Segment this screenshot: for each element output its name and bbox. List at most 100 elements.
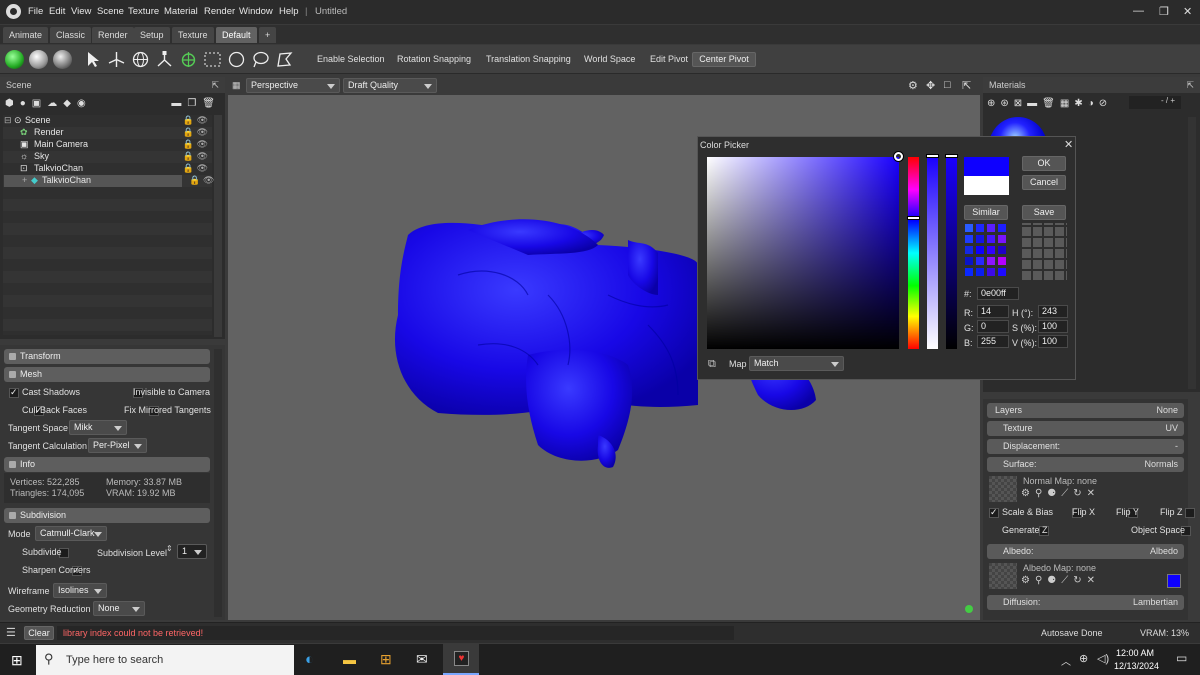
add-material-icon[interactable]: ⊕ <box>987 98 995 109</box>
clock-date[interactable]: 12/13/2024 <box>1114 661 1159 671</box>
tab-classic[interactable]: Classic <box>50 27 92 43</box>
app-taskbar-button[interactable]: ♥ <box>443 644 479 675</box>
clock-time[interactable]: 12:00 AM <box>1116 648 1154 658</box>
scale-icon[interactable] <box>155 50 174 69</box>
map-dropdown[interactable]: Match <box>749 356 844 371</box>
displacement-row[interactable]: Displacement: - <box>987 439 1184 454</box>
hue-slider-handle[interactable] <box>907 216 920 220</box>
material-nav-icon[interactable]: ⊘ <box>1099 98 1107 109</box>
tab-add[interactable]: + <box>259 27 277 43</box>
eyedropper-icon[interactable]: ⧉ <box>708 358 716 371</box>
hue-slider[interactable] <box>908 157 919 349</box>
g-input[interactable]: 0 <box>977 320 1009 333</box>
tab-default[interactable]: Default <box>216 27 257 43</box>
material-apply-icon[interactable]: ✱ <box>1074 98 1082 109</box>
box-select-icon[interactable] <box>203 50 222 69</box>
h-input[interactable]: 243 <box>1038 305 1068 318</box>
menu-file[interactable]: File <box>28 6 43 17</box>
mail-icon[interactable]: ✉ <box>416 651 428 668</box>
add-mesh-icon[interactable]: ◆ <box>63 98 71 109</box>
tree-item-scene[interactable]: ⊟ ⊙ Scene 🔒 👁 <box>4 115 212 127</box>
cast-shadows-checkbox[interactable] <box>9 387 19 398</box>
volume-icon[interactable]: ◁) <box>1097 652 1109 665</box>
lasso-select-icon[interactable] <box>251 50 270 69</box>
b-input[interactable]: 255 <box>977 335 1009 348</box>
settings-gear-icon[interactable]: ⚙ <box>908 79 918 92</box>
transform-section[interactable]: Transform <box>4 349 210 364</box>
center-pivot-button[interactable]: Center Pivot <box>692 52 756 67</box>
geometry-reduction-dropdown[interactable]: None <box>93 601 145 616</box>
albedo-map-tools-icon[interactable]: ⚙⚲⚈⟋↻✕ <box>1021 575 1100 586</box>
tree-item-sky[interactable]: ☼ Sky 🔒 👁 <box>4 151 212 163</box>
frame-icon[interactable]: □ <box>944 79 951 91</box>
tree-item-talkviochan-selected[interactable]: + ◆ TalkvioChan <box>4 175 182 187</box>
properties-scrollbar[interactable] <box>214 349 222 617</box>
r-input[interactable]: 14 <box>977 305 1009 318</box>
taskbar-search-box[interactable]: ⚲ Type here to search <box>36 645 294 675</box>
scene-scrollbar[interactable] <box>214 115 222 337</box>
tab-texture[interactable]: Texture <box>172 27 214 43</box>
saturation-slider-handle[interactable] <box>926 154 939 158</box>
folder-icon[interactable]: ▬ <box>171 98 181 109</box>
camera-dropdown[interactable]: Perspective <box>246 78 340 93</box>
materials-popout-icon[interactable]: ⇱ <box>1186 77 1194 93</box>
notifications-icon[interactable]: ▭ <box>1176 651 1187 665</box>
material-shading-icon[interactable] <box>29 50 48 69</box>
menu-texture[interactable]: Texture <box>128 6 159 17</box>
normal-map-thumb[interactable] <box>989 476 1017 502</box>
menu-render[interactable]: Render <box>204 6 235 17</box>
solid-shading-icon[interactable] <box>5 50 24 69</box>
tangent-calc-dropdown[interactable]: Per-Pixel <box>88 438 147 453</box>
polygon-select-icon[interactable] <box>275 50 294 69</box>
similar-swatches[interactable] <box>964 223 1009 280</box>
subdivision-level-input[interactable]: 1 <box>177 544 207 559</box>
add-object-icon[interactable]: ⬢ <box>5 98 14 109</box>
move-icon[interactable] <box>107 50 126 69</box>
cancel-button[interactable]: Cancel <box>1022 175 1066 190</box>
duplicate-icon[interactable]: ❐ <box>187 98 196 109</box>
mesh-section[interactable]: Mesh <box>4 367 210 382</box>
add-sphere-icon[interactable]: ◉ <box>77 98 86 109</box>
restore-icon[interactable]: ❐ <box>1159 5 1169 18</box>
popout-icon[interactable]: ⇱ <box>211 77 219 93</box>
delete-icon[interactable]: 🗑 <box>202 98 215 109</box>
tray-chevron-icon[interactable]: ︿ <box>1061 653 1071 668</box>
menu-edit[interactable]: Edit <box>49 6 65 17</box>
tab-render[interactable]: Render <box>92 27 134 43</box>
ok-button[interactable]: OK <box>1022 156 1066 171</box>
v-input[interactable]: 100 <box>1038 335 1068 348</box>
checker-icon[interactable]: ⊠ <box>1014 98 1022 109</box>
materials-scrollbar[interactable] <box>1188 117 1196 389</box>
similar-button[interactable]: Similar <box>964 205 1008 220</box>
minimize-icon[interactable]: — <box>1133 5 1144 17</box>
quality-dropdown[interactable]: Draft Quality <box>343 78 437 93</box>
saturation-value-field[interactable] <box>707 157 899 349</box>
value-slider-handle[interactable] <box>945 154 958 158</box>
texture-row[interactable]: Texture UV <box>987 421 1184 436</box>
normal-map-tools-icon[interactable]: ⚙⚲⚈⟋↻✕ <box>1021 488 1100 499</box>
add-group-icon[interactable]: ☁ <box>47 98 57 109</box>
color-selector-handle[interactable] <box>894 152 903 161</box>
rendered-shading-icon[interactable] <box>53 50 72 69</box>
material-folder-icon[interactable]: ▬ <box>1027 98 1037 109</box>
circle-select-icon[interactable] <box>227 50 246 69</box>
material-delete-icon[interactable]: 🗑 <box>1042 98 1055 109</box>
albedo-map-thumb[interactable] <box>989 563 1017 589</box>
color-picker-close-icon[interactable]: ✕ <box>1064 138 1073 151</box>
tab-setup[interactable]: Setup <box>134 27 170 43</box>
albedo-color-swatch[interactable] <box>1167 574 1181 588</box>
mode-dropdown[interactable]: Catmull-Clark <box>35 526 107 541</box>
tree-item-talkviochan[interactable]: ⊡ TalkvioChan 🔒 👁 <box>4 163 212 175</box>
add-light-icon[interactable]: ● <box>20 98 26 109</box>
rotate-icon[interactable] <box>131 50 150 69</box>
material-grid-icon[interactable]: ▦ <box>1060 98 1069 109</box>
saved-swatches[interactable] <box>1022 223 1067 280</box>
file-explorer-icon[interactable]: ▬ <box>343 652 356 667</box>
material-sphere-icon[interactable]: ◑ <box>1088 98 1094 109</box>
tangent-space-dropdown[interactable]: Mikk <box>69 420 127 435</box>
close-icon[interactable]: ✕ <box>1183 5 1192 18</box>
edge-browser-icon[interactable]: ◐ <box>305 651 314 668</box>
select-arrow-icon[interactable] <box>83 50 102 69</box>
popout-viewport-icon[interactable]: ⇱ <box>962 79 971 92</box>
tree-item-main-camera[interactable]: ▣ Main Camera 🔒 👁 <box>4 139 212 151</box>
